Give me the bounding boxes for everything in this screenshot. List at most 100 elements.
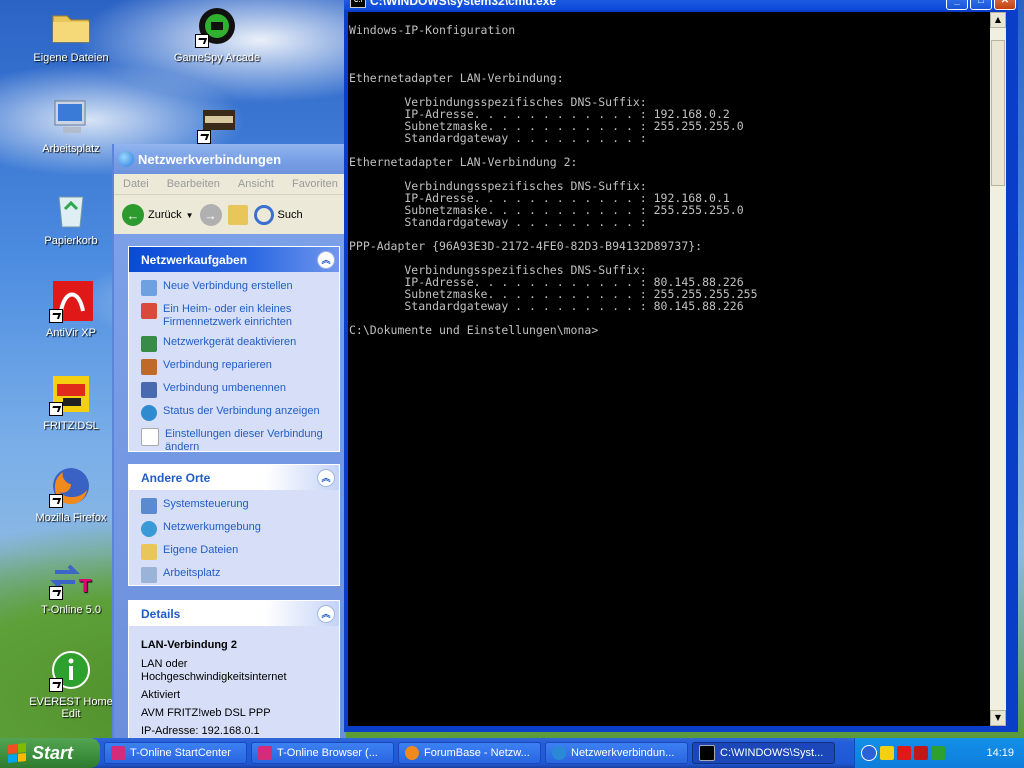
settings-icon bbox=[141, 428, 159, 446]
task-show-status[interactable]: Status der Verbindung anzeigen bbox=[141, 405, 333, 421]
ati-icon[interactable] bbox=[914, 746, 928, 760]
cmd-icon bbox=[699, 745, 715, 761]
command-prompt-window[interactable]: C:\ C:\WINDOWS\system32\cmd.exe _ □ ✕ Wi… bbox=[344, 0, 1018, 732]
menu-datei[interactable]: Datei bbox=[114, 178, 158, 190]
explorer-title: Netzwerkverbindungen bbox=[138, 151, 282, 167]
svg-text:T: T bbox=[79, 576, 92, 597]
desktop-icon-label: FRITZ!DSL bbox=[43, 420, 99, 432]
search-icon bbox=[253, 205, 274, 225]
back-button-label: Zurück bbox=[148, 209, 182, 221]
clock[interactable]: 14:19 bbox=[986, 747, 1014, 759]
fritz-dsl-icon bbox=[49, 372, 93, 416]
menu-favoriten[interactable]: Favoriten bbox=[283, 178, 346, 190]
explorer-menubar: Datei Bearbeiten Ansicht Favoriten bbox=[114, 174, 346, 195]
start-label: Start bbox=[32, 742, 74, 763]
home-network-icon bbox=[141, 303, 157, 319]
start-button[interactable]: Start bbox=[0, 738, 100, 768]
desktop-icon-eigene-dateien[interactable]: Eigene Dateien bbox=[26, 4, 116, 64]
place-label: Systemsteuerung bbox=[163, 498, 249, 510]
gamespy-icon bbox=[195, 4, 239, 48]
place-eigene-dateien[interactable]: Eigene Dateien bbox=[141, 544, 333, 560]
vertical-scrollbar[interactable]: ▲ ▼ bbox=[990, 12, 1006, 726]
network-tasks-title: Netzwerkaufgaben bbox=[141, 252, 248, 267]
scroll-up-button[interactable]: ▲ bbox=[990, 12, 1006, 28]
collapse-icon[interactable]: ︽ bbox=[317, 468, 335, 487]
control-panel-icon bbox=[141, 498, 157, 514]
desktop-icon-everest[interactable]: EVEREST Home Edit bbox=[26, 648, 116, 720]
task-label: ForumBase - Netzw... bbox=[424, 747, 530, 759]
desktop-icon-gamespy[interactable]: GameSpy Arcade bbox=[172, 4, 262, 64]
show-hidden-icons-button[interactable] bbox=[861, 745, 877, 761]
task-repair-connection[interactable]: Verbindung reparieren bbox=[141, 359, 333, 375]
desktop-icon-firefox[interactable]: Mozilla Firefox bbox=[26, 464, 116, 524]
place-arbeitsplatz[interactable]: Arbeitsplatz bbox=[141, 567, 333, 583]
place-netzwerkumgebung[interactable]: Netzwerkumgebung bbox=[141, 521, 333, 537]
shortcut-arrow-icon bbox=[49, 494, 63, 508]
desktop-icon-label: AntiVir XP bbox=[46, 327, 96, 339]
search-button[interactable]: Such bbox=[253, 205, 303, 225]
task-label: Verbindung reparieren bbox=[163, 359, 272, 371]
zonealarm-icon[interactable] bbox=[880, 746, 894, 760]
network-tasks-panel: Netzwerkaufgaben ︽ Neue Verbindung erste… bbox=[128, 246, 340, 454]
task-home-network[interactable]: Ein Heim- oder ein kleines Firmennetzwer… bbox=[141, 303, 333, 329]
task-t-online-browser[interactable]: T-Online Browser (... bbox=[251, 742, 394, 764]
dropdown-arrow-icon[interactable]: ▼ bbox=[186, 211, 194, 220]
antivir-tray-icon[interactable] bbox=[897, 746, 911, 760]
task-forumbase[interactable]: ForumBase - Netzw... bbox=[398, 742, 541, 764]
details-title: Details bbox=[141, 606, 181, 621]
cmd-titlebar[interactable]: C:\ C:\WINDOWS\system32\cmd.exe _ □ ✕ bbox=[344, 0, 1018, 10]
t-online-icon bbox=[258, 746, 272, 760]
fritz-dsl-tray-icon[interactable] bbox=[931, 746, 945, 760]
desktop-icon-label: EVEREST Home Edit bbox=[29, 696, 113, 720]
details-header[interactable]: Details ︽ bbox=[129, 601, 339, 626]
details-connection-type: LAN oder Hochgeschwindigkeitsinternet bbox=[141, 658, 287, 683]
antivir-icon bbox=[49, 279, 93, 323]
desktop-icon-papierkorb[interactable]: Papierkorb bbox=[26, 187, 116, 247]
desktop-icon-fritz-dsl[interactable]: FRITZ!DSL bbox=[26, 372, 116, 432]
scroll-thumb[interactable] bbox=[991, 40, 1005, 186]
menu-ansicht[interactable]: Ansicht bbox=[229, 178, 283, 190]
task-netzwerkverbindungen[interactable]: Netzwerkverbindun... bbox=[545, 742, 688, 764]
desktop-icon-battlefield[interactable] bbox=[174, 100, 264, 148]
scroll-down-button[interactable]: ▼ bbox=[990, 710, 1006, 726]
menu-bearbeiten[interactable]: Bearbeiten bbox=[158, 178, 229, 190]
folder-up-icon[interactable] bbox=[227, 205, 248, 225]
maximize-button[interactable]: □ bbox=[970, 0, 992, 10]
task-label: Einstellungen dieser Verbindung ändern bbox=[165, 428, 323, 453]
back-button[interactable]: ← Zurück ▼ bbox=[122, 204, 194, 226]
desktop-icon-t-online[interactable]: T T-Online 5.0 bbox=[26, 556, 116, 616]
details-device: AVM FRITZ!web DSL PPP bbox=[141, 707, 271, 719]
collapse-icon[interactable]: ︽ bbox=[317, 250, 335, 269]
computer-icon bbox=[49, 95, 93, 139]
network-icon bbox=[118, 151, 134, 167]
task-rename-connection[interactable]: Verbindung umbenennen bbox=[141, 382, 333, 398]
collapse-icon[interactable]: ︽ bbox=[317, 604, 335, 623]
desktop-icon-label: Mozilla Firefox bbox=[35, 512, 107, 524]
everest-icon bbox=[49, 648, 93, 692]
other-places-header[interactable]: Andere Orte ︽ bbox=[129, 465, 339, 490]
task-t-online-startcenter[interactable]: T-Online StartCenter bbox=[104, 742, 247, 764]
repair-icon bbox=[141, 359, 157, 375]
desktop-icon-label: Papierkorb bbox=[44, 235, 98, 247]
console-output[interactable]: Windows-IP-Konfiguration Ethernetadapter… bbox=[348, 12, 991, 726]
task-change-settings[interactable]: Einstellungen dieser Verbindung ändern bbox=[141, 428, 333, 454]
minimize-button[interactable]: _ bbox=[946, 0, 968, 10]
shortcut-arrow-icon bbox=[197, 130, 211, 144]
network-connections-window[interactable]: Netzwerkverbindungen Datei Bearbeiten An… bbox=[112, 144, 346, 738]
task-new-connection[interactable]: Neue Verbindung erstellen bbox=[141, 280, 333, 296]
close-button[interactable]: ✕ bbox=[994, 0, 1016, 10]
forward-button[interactable]: → bbox=[199, 204, 222, 226]
desktop-icon-antivir[interactable]: AntiVir XP bbox=[26, 279, 116, 339]
place-systemsteuerung[interactable]: Systemsteuerung bbox=[141, 498, 333, 514]
network-tasks-header[interactable]: Netzwerkaufgaben ︽ bbox=[129, 247, 339, 272]
task-disable-device[interactable]: Netzwerkgerät deaktivieren bbox=[141, 336, 333, 352]
taskbar: Start T-Online StartCenter T-Online Brow… bbox=[0, 738, 1024, 768]
cmd-title: C:\WINDOWS\system32\cmd.exe bbox=[370, 0, 557, 8]
explorer-titlebar[interactable]: Netzwerkverbindungen bbox=[114, 144, 346, 174]
task-label: Verbindung umbenennen bbox=[163, 382, 286, 394]
task-cmd[interactable]: C:\WINDOWS\Syst... bbox=[692, 742, 835, 764]
place-label: Arbeitsplatz bbox=[163, 567, 221, 579]
battlefield-icon bbox=[197, 100, 241, 144]
desktop-icon-arbeitsplatz[interactable]: Arbeitsplatz bbox=[26, 95, 116, 155]
rename-icon bbox=[141, 382, 157, 398]
